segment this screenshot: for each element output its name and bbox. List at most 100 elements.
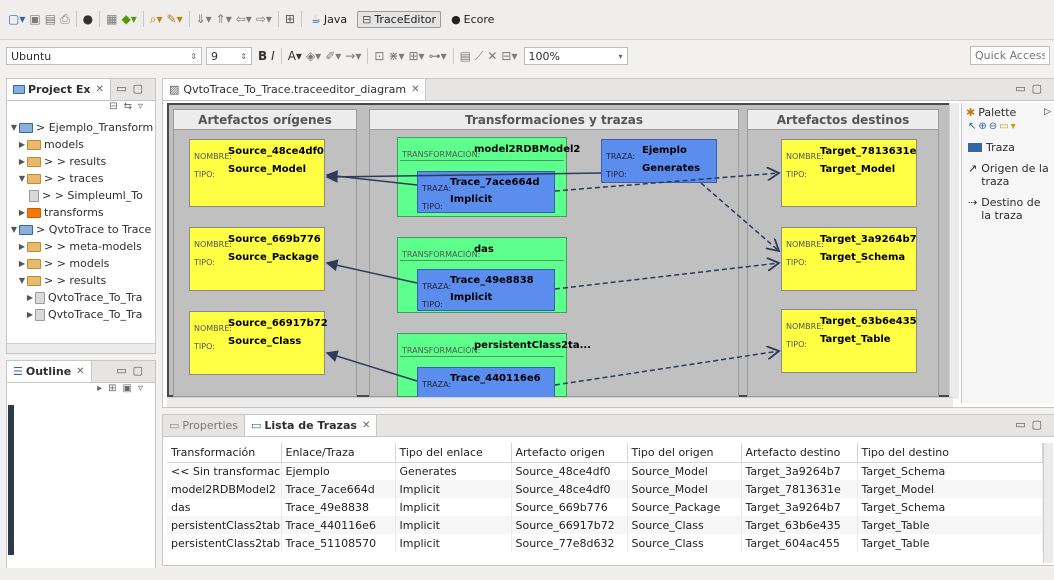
expand-icon[interactable]: ▼	[17, 174, 27, 183]
trace[interactable]: TRAZA: Trace_7ace664d TIPO: Implicit	[417, 171, 555, 213]
palette-collapse-icon[interactable]: ▷	[1044, 107, 1051, 117]
zoom-out-icon[interactable]: ⊖	[989, 121, 999, 132]
tree-item[interactable]: ▶ models	[9, 136, 155, 153]
column-header[interactable]: Tipo del origen	[627, 443, 742, 463]
open-type-icon[interactable]: ⌕▾	[150, 11, 163, 27]
note-tool-icon[interactable]: ▭▾	[999, 121, 1017, 132]
palette-item-traza[interactable]: Traza	[962, 137, 1054, 158]
explorer-horizontal-scrollbar[interactable]	[7, 343, 155, 353]
line-style-icon[interactable]: →▾	[345, 48, 361, 64]
font-color-icon[interactable]: A▾	[288, 48, 302, 64]
column-header[interactable]: Artefacto destino	[741, 443, 858, 463]
run-icon[interactable]: ◆▾	[122, 11, 137, 27]
collapse-icon[interactable]: ▶	[17, 242, 27, 251]
quick-access-input[interactable]	[970, 46, 1050, 65]
source-artifact[interactable]: NOMBRE: Source_48ce4df0 TIPO: Source_Mod…	[189, 139, 325, 207]
tab-properties[interactable]: ▭ Properties	[163, 415, 245, 436]
perspective-ecore-button[interactable]: ● Ecore	[451, 13, 494, 26]
source-artifact[interactable]: NOMBRE: Source_669b776 TIPO: Source_Pack…	[189, 227, 325, 291]
table-row[interactable]: das Trace_49e8838 Implicit Source_669b77…	[167, 498, 1043, 516]
save-all-icon[interactable]: ▤	[45, 11, 56, 27]
view-menu-icon[interactable]: ▿	[138, 101, 149, 112]
print-icon[interactable]: ⎙	[60, 11, 70, 27]
tree-item[interactable]: ▶ > > meta-models	[9, 238, 155, 255]
target-artifact[interactable]: NOMBRE: Target_7813631e TIPO: Target_Mod…	[781, 139, 917, 207]
close-icon[interactable]: ✕	[411, 84, 419, 95]
expand-icon[interactable]: ▼	[17, 276, 27, 285]
collapse-icon[interactable]: ▶	[25, 293, 35, 302]
view-controls[interactable]: ▭▢	[116, 364, 149, 377]
collapse-icon[interactable]: ▶	[17, 140, 27, 149]
outline-mode-icon[interactable]: ▸	[97, 383, 108, 394]
tree-item[interactable]: ▼ > > traces	[9, 170, 155, 187]
perspective-java-button[interactable]: ☕ Java	[311, 13, 347, 26]
distribute-icon[interactable]: ⊶▾	[429, 48, 447, 64]
target-artifact[interactable]: NOMBRE: Target_63b6e435 TIPO: Target_Tab…	[781, 309, 917, 373]
table-row[interactable]: model2RDBModel2 Trace_7ace664d Implicit …	[167, 480, 1043, 498]
outline-tree-icon[interactable]: ⊞	[108, 383, 122, 394]
new-icon[interactable]: ▢▾	[8, 11, 25, 27]
tree-item[interactable]: ▶ > > models	[9, 255, 155, 272]
line-color-icon[interactable]: ✐▾	[325, 48, 341, 64]
save-icon[interactable]: ▣	[29, 11, 40, 27]
collapse-icon[interactable]: ▶	[17, 259, 27, 268]
trace[interactable]: TRAZA: Trace_440116e6	[417, 367, 555, 399]
forward-icon[interactable]: ⇨▾	[256, 11, 272, 27]
perspective-open-icon[interactable]: ⊞	[285, 11, 295, 27]
palette-item-origen[interactable]: ↗ Origen de la traza	[962, 158, 1054, 192]
tab-project-explorer[interactable]: Project Ex ✕	[7, 79, 111, 100]
expand-icon[interactable]: ▼	[9, 123, 19, 132]
view-controls[interactable]: ▭▢	[1015, 418, 1048, 431]
link-editor-icon[interactable]: ⇆	[124, 101, 138, 112]
font-family-select[interactable]: Ubuntu ⇕	[6, 47, 202, 65]
annotation-prev-icon[interactable]: ⇑▾	[216, 11, 232, 27]
table-row[interactable]: << Sin transformación Ejemplo Generates …	[167, 462, 1043, 480]
palette-item-destino[interactable]: ⇢ Destino de la traza	[962, 192, 1054, 226]
palette-header[interactable]: ✱ Palette ▷	[962, 103, 1054, 121]
font-size-select[interactable]: 9 ⇕	[206, 47, 252, 65]
column-header[interactable]: Artefacto origen	[511, 443, 628, 463]
italic-button[interactable]: I	[271, 48, 275, 64]
router-icon[interactable]: ⟋	[475, 48, 483, 64]
tab-trace-list[interactable]: ▭ Lista de Trazas ✕	[245, 415, 378, 436]
diagram-canvas[interactable]: Artefactos orígenes Transformaciones y t…	[167, 103, 953, 399]
view-controls[interactable]: ▭▢	[1015, 82, 1048, 95]
tab-outline[interactable]: ☰ Outline ✕	[7, 361, 92, 382]
select-tool-icon[interactable]: ↖	[968, 121, 978, 132]
outline-overview-icon[interactable]: ▣	[123, 383, 138, 394]
tree-item[interactable]: ▼ > QvtoTrace to Trace	[9, 221, 155, 238]
close-icon[interactable]: ✕	[96, 84, 104, 95]
column-header[interactable]: Transformación	[167, 443, 282, 463]
delete-icon[interactable]: ✕	[487, 48, 497, 64]
target-artifact[interactable]: NOMBRE: Target_3a9264b7 TIPO: Target_Sch…	[781, 227, 917, 291]
brush-icon[interactable]: ✎▾	[167, 11, 183, 27]
collapse-icon[interactable]: ▶	[17, 157, 27, 166]
column-header[interactable]: Tipo del destino	[857, 443, 1043, 463]
zoom-select[interactable]: 100% ▾	[523, 47, 628, 65]
close-icon[interactable]: ✕	[362, 420, 370, 431]
collapse-all-icon[interactable]: ⊟	[109, 101, 123, 112]
back-icon[interactable]: ⇦▾	[236, 11, 252, 27]
tree-item[interactable]: > > Simpleuml_To	[9, 187, 155, 204]
tree-item[interactable]: ▶ QvtoTrace_To_Tra	[9, 306, 155, 323]
collapse-icon[interactable]: ▶	[25, 310, 35, 319]
fill-color-icon[interactable]: ◈▾	[306, 48, 321, 64]
view-controls[interactable]: ▭▢	[116, 82, 149, 95]
align-icon[interactable]: ⊞▾	[409, 48, 425, 64]
table-vertical-scrollbar[interactable]	[1043, 443, 1053, 563]
tree-item[interactable]: ▼ > > results	[9, 272, 155, 289]
tree-item[interactable]: ▶ > > results	[9, 153, 155, 170]
expand-icon[interactable]: ▼	[9, 225, 19, 234]
collapse-icon[interactable]: ▶	[17, 208, 27, 217]
tree-item[interactable]: ▼ > Ejemplo_Transform	[9, 119, 155, 136]
select-all-icon[interactable]: ⊡	[374, 48, 384, 64]
view-menu-icon[interactable]: ▿	[138, 383, 149, 394]
format-icon[interactable]: ▤	[460, 48, 471, 64]
tree-item[interactable]: ▶ QvtoTrace_To_Tra	[9, 289, 155, 306]
annotation-next-icon[interactable]: ⇓▾	[196, 11, 212, 27]
perspective-traceeditor-button[interactable]: ⊟ TraceEditor	[357, 10, 442, 28]
build-icon[interactable]: ▦	[106, 11, 117, 27]
table-row[interactable]: persistentClass2table Trace_51108570 Imp…	[167, 534, 1043, 552]
source-artifact[interactable]: NOMBRE: Source_66917b72 TIPO: Source_Cla…	[189, 311, 328, 375]
diagram-horizontal-scrollbar[interactable]	[167, 397, 953, 407]
